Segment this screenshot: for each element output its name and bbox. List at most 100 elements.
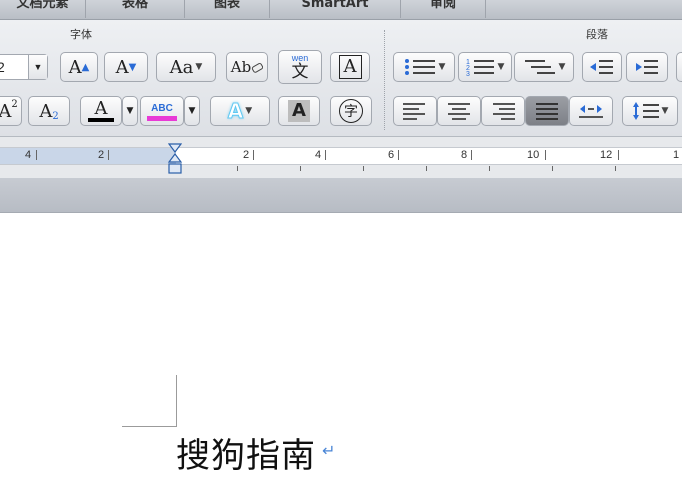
subscript-mark: 2 xyxy=(52,110,59,122)
character-shading-button[interactable]: A xyxy=(278,96,320,126)
font-size-value: 2 xyxy=(0,59,5,75)
paragraph-mark-icon: ↵ xyxy=(322,441,336,460)
font-color-button[interactable]: A xyxy=(80,96,122,126)
ruler-label: 12 xyxy=(600,149,613,161)
increase-indent-icon xyxy=(636,60,658,74)
chevron-down-icon: ▼ xyxy=(245,106,253,116)
phonetic-char: 文 xyxy=(291,61,309,82)
multilevel-list-icon xyxy=(524,60,555,74)
highlight-dropdown[interactable]: ▼ xyxy=(184,96,200,126)
font-size-combobox[interactable]: 2 ▼ xyxy=(0,54,48,80)
justify-icon xyxy=(536,103,558,120)
distribute-icon xyxy=(579,105,603,118)
document-text[interactable]: 搜狗指南 xyxy=(176,428,316,477)
tab-stop-tick xyxy=(237,166,238,171)
line-spacing-button[interactable]: ▼ xyxy=(622,96,678,126)
line-spacing-icon xyxy=(632,102,659,120)
sort-button[interactable] xyxy=(676,52,682,82)
multilevel-list-button[interactable]: ▼ xyxy=(514,52,574,82)
distribute-button[interactable] xyxy=(569,96,613,126)
chevron-down-icon: ▼ xyxy=(661,106,669,116)
subscript-label: A xyxy=(39,100,53,122)
character-shading-label: A xyxy=(288,100,310,122)
ruler-tick xyxy=(325,150,326,160)
tab-document-elements[interactable]: 文档元素 xyxy=(0,0,86,18)
chevron-down-icon[interactable]: ▼ xyxy=(28,55,47,79)
chevron-down-icon: ▼ xyxy=(438,62,446,72)
ruler-tick xyxy=(618,150,619,160)
font-group-title: 字体 xyxy=(70,28,92,41)
indent-marker-icon[interactable] xyxy=(168,143,182,175)
font-color-swatch xyxy=(88,118,114,122)
tab-stop-tick xyxy=(615,166,616,171)
align-right-icon xyxy=(493,103,515,120)
font-color-dropdown[interactable]: ▼ xyxy=(122,96,138,126)
align-left-button[interactable] xyxy=(393,96,437,126)
numbered-list-icon: 1 2 3 xyxy=(466,59,494,77)
margin-crop-mark xyxy=(122,426,177,427)
ruler-tick xyxy=(108,150,109,160)
arrow-up-icon: ▲ xyxy=(81,61,90,73)
superscript-label: A xyxy=(0,100,12,122)
font-color-label: A xyxy=(94,98,108,119)
text-effects-button[interactable]: A ▼ xyxy=(210,96,270,126)
grow-font-label: A xyxy=(68,56,82,78)
highlight-button[interactable]: ABC xyxy=(140,96,184,126)
ruler-tick xyxy=(471,150,472,160)
ruler-label: 10 xyxy=(527,149,540,161)
margin-crop-mark xyxy=(176,375,177,427)
tab-smartart[interactable]: SmartArt xyxy=(270,0,401,18)
chevron-down-icon: ▼ xyxy=(497,62,505,72)
decrease-indent-button[interactable] xyxy=(582,52,622,82)
shrink-font-button[interactable]: A ▼ xyxy=(104,52,148,82)
chevron-down-icon: ▼ xyxy=(126,106,134,116)
text-effect-label: A xyxy=(227,99,244,124)
tab-stop-tick xyxy=(426,166,427,171)
ruler-label: 2 xyxy=(98,149,105,161)
tab-tables[interactable]: 表格 xyxy=(86,0,185,18)
align-right-button[interactable] xyxy=(481,96,525,126)
highlight-label: ABC xyxy=(151,102,173,114)
character-border-button[interactable]: A xyxy=(330,52,370,82)
clear-format-label: Ab xyxy=(230,58,252,76)
arrow-down-icon: ▼ xyxy=(128,61,137,73)
document-page[interactable] xyxy=(0,213,682,488)
numbering-button[interactable]: 1 2 3 ▼ xyxy=(458,52,512,82)
grow-font-button[interactable]: A ▲ xyxy=(60,52,98,82)
character-border-label: A xyxy=(338,55,362,79)
tab-stop-tick xyxy=(300,166,301,171)
ruler-label: 6 xyxy=(388,149,395,161)
phonetic-guide-button[interactable]: wen 文 xyxy=(278,50,322,84)
align-center-button[interactable] xyxy=(437,96,481,126)
justify-button[interactable] xyxy=(525,96,569,126)
change-case-button[interactable]: Aa ▼ xyxy=(156,52,216,82)
decrease-indent-icon xyxy=(590,60,613,74)
subscript-button[interactable]: A2 xyxy=(28,96,70,126)
superscript-button[interactable]: A2 xyxy=(0,96,22,126)
align-center-icon xyxy=(448,103,470,120)
tab-stop-tick xyxy=(552,166,553,171)
horizontal-ruler[interactable]: 4 2 2 4 6 8 10 12 1 xyxy=(0,136,682,179)
clear-format-button[interactable]: Ab xyxy=(226,52,268,82)
bullet-list-icon xyxy=(404,59,435,75)
ruler-label: 4 xyxy=(315,149,322,161)
superscript-mark: 2 xyxy=(11,98,18,110)
highlight-color-swatch xyxy=(147,115,177,121)
shrink-font-label: A xyxy=(115,56,129,78)
ruler-tick xyxy=(253,150,254,160)
increase-indent-button[interactable] xyxy=(626,52,668,82)
tab-review[interactable]: 审阅 xyxy=(401,0,486,18)
eraser-icon xyxy=(252,62,264,73)
svg-text:3: 3 xyxy=(466,71,470,77)
toolbar-bottom-band xyxy=(0,178,682,213)
bullets-button[interactable]: ▼ xyxy=(393,52,455,82)
ribbon-tab-strip: 文档元素 表格 图表 SmartArt 审阅 xyxy=(0,0,682,20)
tab-stop-tick xyxy=(363,166,364,171)
paragraph-group-title: 段落 xyxy=(586,28,608,41)
ruler-tick xyxy=(545,150,546,160)
enclose-characters-label: 字 xyxy=(339,99,363,123)
change-case-label: Aa xyxy=(169,56,194,78)
enclose-characters-button[interactable]: 字 xyxy=(330,96,372,126)
chevron-down-icon: ▼ xyxy=(188,106,196,116)
tab-charts[interactable]: 图表 xyxy=(185,0,270,18)
